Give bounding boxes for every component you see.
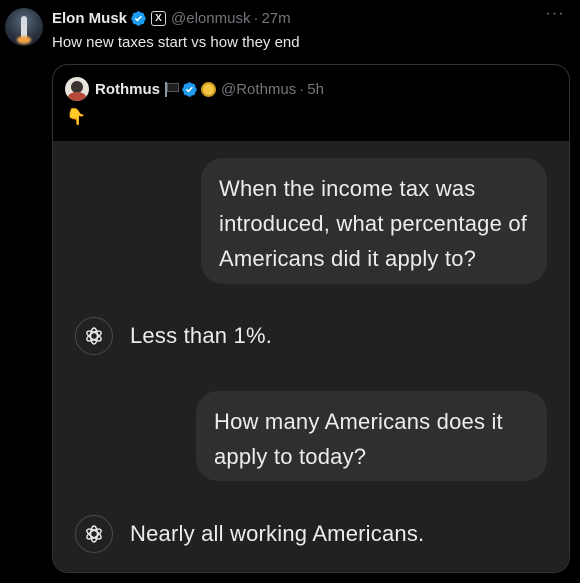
chat-screenshot-image[interactable]: When the income tax was introduced, what… bbox=[53, 141, 569, 572]
post-text: How new taxes start vs how they end bbox=[52, 34, 300, 51]
avatar[interactable] bbox=[5, 8, 43, 46]
assistant-message: Nearly all working Americans. bbox=[75, 515, 424, 553]
rocket-image bbox=[21, 16, 27, 38]
quoted-author-handle[interactable]: @Rothmus bbox=[221, 81, 296, 98]
user-message-bubble: When the income tax was introduced, what… bbox=[201, 158, 547, 284]
quoted-avatar[interactable] bbox=[65, 77, 89, 101]
post-header: Elon Musk X @elonmusk · 27m bbox=[52, 8, 291, 28]
affiliation-x-icon[interactable]: X bbox=[151, 10, 167, 26]
post[interactable]: Elon Musk X @elonmusk · 27m ··· How new … bbox=[0, 0, 580, 583]
author-name[interactable]: Elon Musk bbox=[52, 10, 127, 27]
user-message-bubble: How many Americans does it apply to toda… bbox=[196, 391, 547, 481]
post-time[interactable]: 27m bbox=[261, 10, 290, 27]
separator-dot: · bbox=[253, 9, 259, 27]
assistant-message: Less than 1%. bbox=[75, 317, 272, 355]
gold-badge-icon bbox=[201, 81, 216, 97]
rocket-flame bbox=[17, 36, 31, 44]
openai-logo-icon bbox=[75, 515, 113, 553]
quoted-post-header: Rothmus @Rothmus · 5h bbox=[65, 77, 324, 101]
assistant-reply-text: Nearly all working Americans. bbox=[130, 521, 425, 546]
verified-badge-icon bbox=[131, 10, 146, 26]
separator-dot: · bbox=[299, 80, 305, 98]
author-handle[interactable]: @elonmusk bbox=[171, 10, 250, 27]
flag-icon bbox=[164, 81, 179, 97]
quoted-author-name[interactable]: Rothmus bbox=[95, 81, 160, 98]
more-options-icon[interactable]: ··· bbox=[544, 6, 566, 27]
quoted-post[interactable]: Rothmus @Rothmus · 5h 👇 When the income … bbox=[52, 64, 570, 573]
quoted-post-time[interactable]: 5h bbox=[307, 81, 324, 98]
openai-logo-icon bbox=[75, 317, 113, 355]
verified-badge-icon bbox=[182, 81, 197, 97]
pointing-down-emoji: 👇 bbox=[66, 109, 86, 126]
assistant-reply-text: Less than 1%. bbox=[130, 323, 273, 348]
